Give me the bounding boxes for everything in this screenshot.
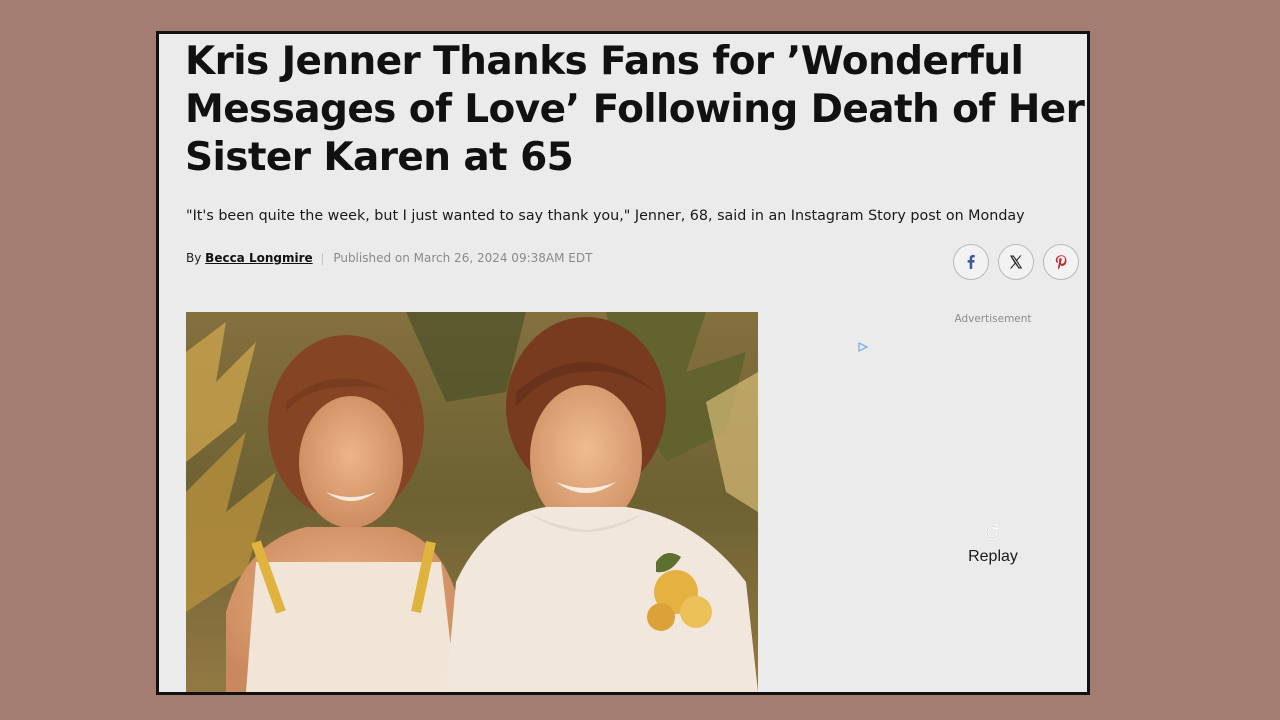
x-icon xyxy=(1010,255,1023,269)
article-dek: "It's been quite the week, but I just wa… xyxy=(186,208,1025,224)
advertisement-label: Advertisement xyxy=(954,313,1032,325)
byline: By Becca Longmire Published on March 26,… xyxy=(186,250,592,266)
article-photo-image xyxy=(186,312,758,692)
replay-button[interactable]: Replay xyxy=(959,521,1027,566)
replay-icon xyxy=(985,524,1001,540)
article-headline: Kris Jenner Thanks Fans for ’Wonderful M… xyxy=(185,39,1085,180)
replay-label: Replay xyxy=(968,548,1018,565)
pinterest-icon xyxy=(1055,255,1067,270)
pinterest-share-button[interactable] xyxy=(1043,244,1079,280)
article-screenshot-frame: Kris Jenner Thanks Fans for ’Wonderful M… xyxy=(156,31,1090,695)
facebook-icon xyxy=(967,255,975,269)
author-link[interactable]: Becca Longmire xyxy=(205,251,312,265)
ad-choices-icon[interactable] xyxy=(858,339,869,357)
facebook-share-button[interactable] xyxy=(953,244,989,280)
publish-date: Published on March 26, 2024 09:38AM EDT xyxy=(333,251,593,265)
byline-divider xyxy=(322,252,324,265)
x-share-button[interactable] xyxy=(998,244,1034,280)
article-photo xyxy=(186,312,758,692)
byline-prefix: By xyxy=(186,251,202,265)
